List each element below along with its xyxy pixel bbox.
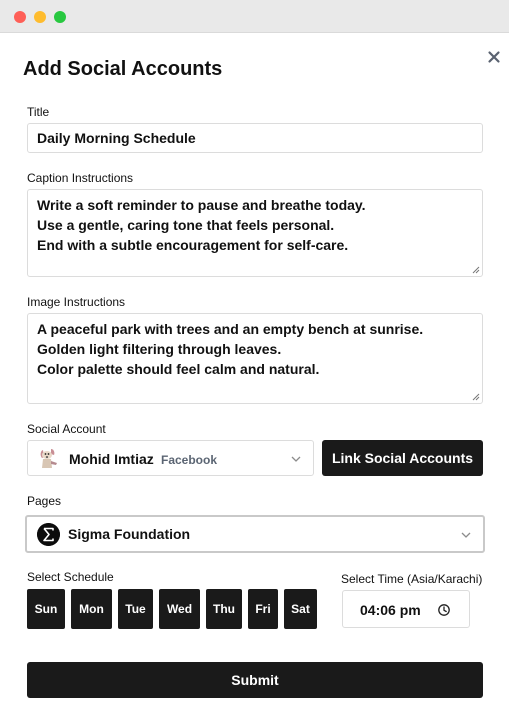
resize-handle[interactable]: [472, 393, 480, 401]
day-button-wed[interactable]: Wed: [159, 589, 200, 629]
submit-button[interactable]: Submit: [27, 662, 483, 698]
caption-line: Write a soft reminder to pause and breat…: [37, 197, 366, 213]
resize-handle[interactable]: [472, 266, 480, 274]
chevron-down-icon: [461, 532, 471, 538]
caption-line: Use a gentle, caring tone that feels per…: [37, 217, 335, 233]
time-value: 04:06 pm: [360, 602, 421, 618]
title-input[interactable]: Daily Morning Schedule: [27, 123, 483, 153]
close-icon[interactable]: [486, 49, 502, 65]
schedule-label: Select Schedule: [27, 570, 114, 584]
day-button-thu[interactable]: Thu: [206, 589, 242, 629]
image-line: Color palette should feel calm and natur…: [37, 361, 320, 377]
image-line: A peaceful park with trees and an empty …: [37, 321, 424, 337]
caption-textarea[interactable]: Write a soft reminder to pause and breat…: [27, 189, 483, 277]
title-label: Title: [27, 105, 50, 119]
social-account-select[interactable]: Mohid Imtiaz Facebook: [27, 440, 314, 476]
pages-label: Pages: [27, 494, 62, 508]
day-button-mon[interactable]: Mon: [71, 589, 112, 629]
window-minimize-dot[interactable]: [34, 11, 46, 23]
pages-select[interactable]: Sigma Foundation: [25, 515, 485, 553]
day-button-tue[interactable]: Tue: [118, 589, 153, 629]
window-close-dot[interactable]: [14, 11, 26, 23]
image-textarea[interactable]: A peaceful park with trees and an empty …: [27, 313, 483, 404]
day-button-sun[interactable]: Sun: [27, 589, 65, 629]
time-input[interactable]: 04:06 pm: [342, 590, 470, 628]
social-account-label: Social Account: [27, 422, 106, 436]
day-button-sat[interactable]: Sat: [284, 589, 317, 629]
window-titlebar: [0, 0, 509, 33]
account-name: Mohid Imtiaz: [69, 451, 154, 467]
sigma-logo-icon: [37, 523, 60, 546]
link-social-accounts-button[interactable]: Link Social Accounts: [322, 440, 483, 476]
day-button-fri[interactable]: Fri: [248, 589, 278, 629]
clock-icon[interactable]: [437, 603, 451, 617]
caption-label: Caption Instructions: [27, 171, 134, 185]
dog-avatar-icon: [40, 449, 57, 468]
caption-line: End with a subtle encouragement for self…: [37, 237, 349, 253]
page-name: Sigma Foundation: [68, 526, 191, 542]
time-label: Select Time (Asia/Karachi): [341, 572, 483, 586]
image-label: Image Instructions: [27, 295, 126, 309]
account-platform: Facebook: [161, 453, 218, 467]
image-line: Golden light filtering through leaves.: [37, 341, 282, 357]
chevron-down-icon: [291, 456, 301, 462]
window-maximize-dot[interactable]: [54, 11, 66, 23]
dialog-title: Add Social Accounts: [23, 58, 223, 80]
